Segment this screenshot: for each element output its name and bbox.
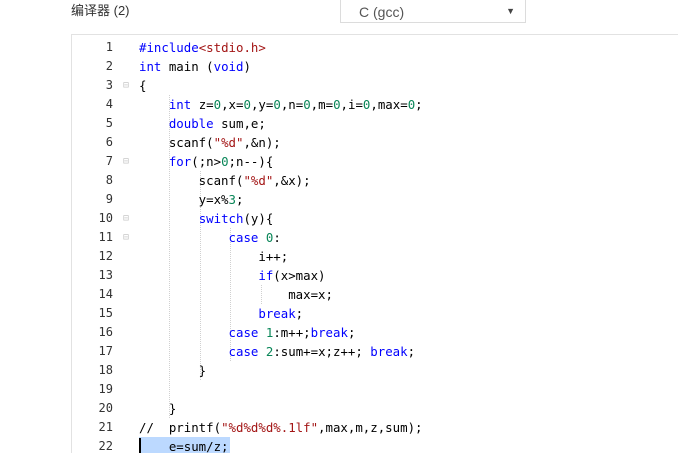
line-number: 14 [98, 287, 113, 301]
line-number: 21 [98, 420, 113, 434]
fold-toggle-icon[interactable]: ⊟ [120, 209, 132, 228]
line-number: 1 [105, 40, 113, 54]
line-number: 20 [98, 401, 113, 415]
line-number: 9 [105, 192, 113, 206]
code-text: int z=0,x=0,y=0,n=0,m=0,i=0,max=0; [168, 97, 423, 112]
compiler-count-label: 编译器 (2) [71, 3, 130, 18]
fold-toggle-icon[interactable]: ⊟ [120, 228, 132, 247]
line-number: 2 [105, 59, 113, 73]
line-number: 7 [105, 154, 113, 168]
code-line[interactable]: 9 y=x%3; [72, 190, 678, 209]
line-number: 8 [105, 173, 113, 187]
code-text: scanf("%d",&x); [139, 173, 311, 188]
code-line[interactable]: 18 } [72, 361, 678, 380]
code-line[interactable]: 1 #include<stdio.h> [72, 38, 678, 57]
code-text: max=x; [139, 287, 333, 302]
fold-toggle-icon[interactable]: ⊟ [120, 152, 132, 171]
code-line[interactable]: 3 ⊟ { [72, 76, 678, 95]
line-number: 15 [98, 306, 113, 320]
line-number: 19 [98, 382, 113, 396]
code-line[interactable]: 2 int main (void) [72, 57, 678, 76]
code-line[interactable]: 22 e=sum/z; [72, 437, 678, 453]
line-number: 4 [105, 97, 113, 111]
language-select[interactable]: C (gcc) ▼ [340, 0, 526, 23]
code-line[interactable]: 14 max=x; [72, 285, 678, 304]
line-number: 10 [98, 211, 113, 225]
code-line[interactable]: 11 ⊟ case 0: [72, 228, 678, 247]
code-text: case 0: [228, 230, 281, 245]
code-text: int main (void) [139, 59, 251, 74]
code-line[interactable]: 17 case 2:sum+=x;z++; break; [72, 342, 678, 361]
code-line[interactable]: 10 ⊟ switch(y){ [72, 209, 678, 228]
code-line[interactable]: 7 ⊟ for(;n>0;n--){ [72, 152, 678, 171]
line-number: 18 [98, 363, 113, 377]
language-select-value: C (gcc) [359, 4, 405, 20]
code-line[interactable]: 8 scanf("%d",&x); [72, 171, 678, 190]
code-line[interactable]: 12 i++; [72, 247, 678, 266]
top-toolbar: 编译器 (2) C (gcc) ▼ [0, 0, 678, 30]
code-line[interactable]: 19 [72, 380, 678, 399]
line-number: 16 [98, 325, 113, 339]
line-number: 5 [105, 116, 113, 130]
code-line[interactable]: 15 break; [72, 304, 678, 323]
code-text: } [139, 363, 207, 378]
code-text: scanf("%d",&n); [139, 135, 281, 150]
code-editor[interactable]: 1 #include<stdio.h> 2 int main (void) 3 ⊟ {4 i… [71, 34, 678, 453]
code-text: if(x>max) [258, 268, 326, 283]
code-text: { [139, 78, 147, 93]
code-line[interactable]: 16 case 1:m++;break; [72, 323, 678, 342]
code-text: } [139, 401, 177, 416]
code-text: i++; [139, 249, 289, 264]
fold-toggle-icon[interactable]: ⊟ [120, 76, 132, 95]
line-number: 17 [98, 344, 113, 358]
code-text: #include<stdio.h> [139, 40, 266, 55]
line-number: 12 [98, 249, 113, 263]
code-line[interactable]: 13 if(x>max) [72, 266, 678, 285]
code-line[interactable]: 21 // printf("%d%d%d%.1lf",max,m,z,sum); [72, 418, 678, 437]
code-line[interactable]: 4 int z=0,x=0,y=0,n=0,m=0,i=0,max=0; [72, 95, 678, 114]
line-number: 6 [105, 135, 113, 149]
code-line[interactable]: 5 double sum,e; [72, 114, 678, 133]
code-text: break; [258, 306, 304, 321]
dropdown-arrow-icon: ▼ [506, 6, 515, 16]
line-number: 11 [98, 230, 113, 244]
code-text: y=x%3; [139, 192, 244, 207]
code-line[interactable]: 20 } [72, 399, 678, 418]
code-text: double sum,e; [168, 116, 266, 131]
code-text: // printf("%d%d%d%.1lf",max,m,z,sum); [139, 420, 423, 435]
code-line[interactable]: 6 scanf("%d",&n); [72, 133, 678, 152]
code-text: case 1:m++;break; [228, 325, 356, 340]
line-number: 3 [105, 78, 113, 92]
code-text: e=sum/z; [139, 439, 229, 453]
code-text: case 2:sum+=x;z++; break; [228, 344, 416, 359]
line-number: 13 [98, 268, 113, 282]
code-text: switch(y){ [198, 211, 274, 226]
code-text: for(;n>0;n--){ [168, 154, 274, 169]
line-number: 22 [98, 439, 113, 453]
